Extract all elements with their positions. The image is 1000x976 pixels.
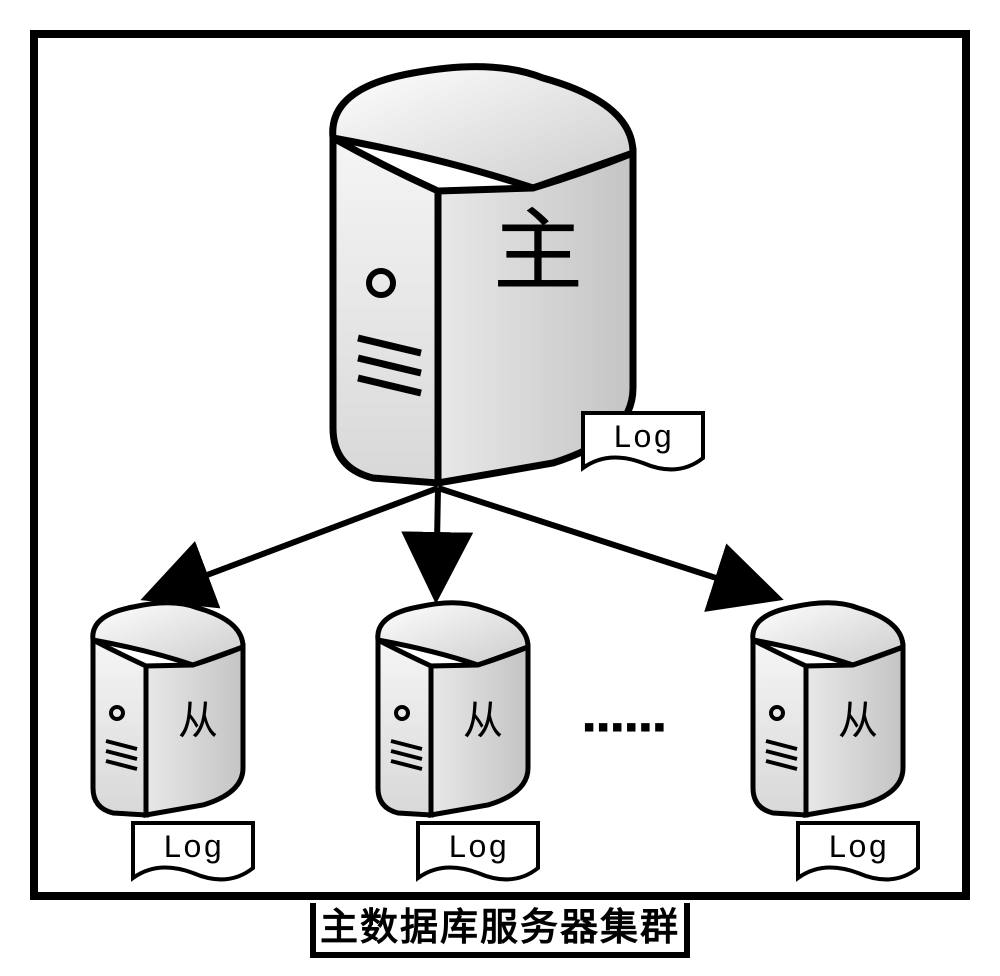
ellipsis: ▪▪▪▪▪▪ — [583, 708, 667, 747]
slave-2-log: Log — [413, 818, 543, 888]
slave-3-log: Log — [793, 818, 923, 888]
log-label: Log — [793, 830, 923, 867]
main-server-log: Log — [578, 408, 708, 478]
log-label: Log — [578, 420, 708, 457]
slave-server-3 — [738, 598, 918, 818]
slave-server-2 — [363, 598, 543, 818]
slave-server-1 — [78, 598, 258, 818]
slave-1-log: Log — [128, 818, 258, 888]
cluster-frame: 主 Log 从 Log — [30, 30, 970, 900]
cluster-title: 主数据库服务器集群 — [320, 907, 680, 949]
log-label: Log — [413, 830, 543, 867]
log-label: Log — [128, 830, 258, 867]
cluster-title-box: 主数据库服务器集群 — [310, 903, 690, 958]
